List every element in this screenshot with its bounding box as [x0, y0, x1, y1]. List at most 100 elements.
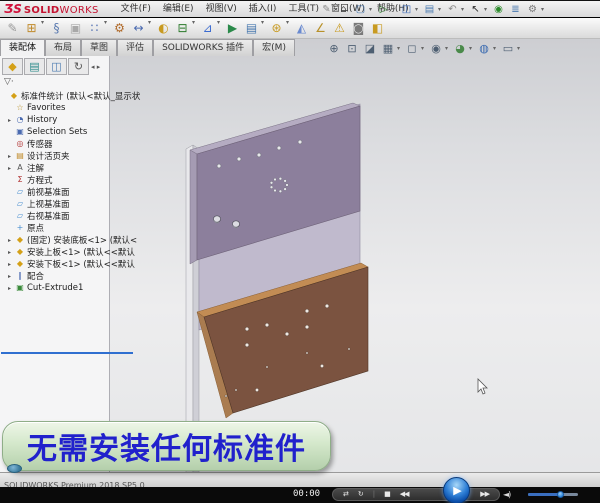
rollback-bar[interactable]	[1, 352, 133, 354]
reference-geometry-icon[interactable]: ⊿	[198, 19, 217, 37]
play-button[interactable]: ▶	[443, 477, 470, 503]
take-snapshot-icon[interactable]: ◙	[349, 19, 368, 37]
stop-button[interactable]: ■	[384, 491, 390, 498]
tab-草图[interactable]: 草图	[81, 39, 117, 56]
featuremanager-tab[interactable]: ◆	[2, 58, 23, 75]
display-style-icon[interactable]: ◻	[403, 41, 421, 56]
volume-thumb[interactable]	[557, 491, 564, 498]
expand-arrow-icon[interactable]: ▸	[8, 273, 15, 280]
rewind-button[interactable]: ◀◀	[400, 491, 409, 498]
options-list-icon[interactable]: ≣	[507, 2, 524, 17]
propertymanager-tab[interactable]: ▤	[24, 58, 45, 75]
tree-item[interactable]: Σ方程式	[0, 174, 109, 186]
displaymanager-tab[interactable]: ↻	[68, 58, 89, 75]
move-component-icon[interactable]: ↔	[129, 19, 148, 37]
hide-show-items-icon[interactable]: ◉	[427, 41, 445, 56]
design-binder-icon: ▤	[15, 152, 25, 160]
tree-item[interactable]: ▸◆(固定) 安装底板<1> (默认<	[0, 234, 109, 246]
open-document-icon[interactable]: ▷	[375, 2, 392, 17]
view-settings-icon[interactable]: ▭	[499, 41, 517, 56]
tree-item[interactable]: ▸◆安装下板<1> (默认<<默认	[0, 258, 109, 270]
volume-slider[interactable]	[528, 493, 578, 496]
equations-icon: Σ	[15, 176, 25, 184]
tab-布局[interactable]: 布局	[45, 39, 81, 56]
tree-filter[interactable]: ▽·	[0, 76, 109, 88]
menu-item[interactable]: 视图(V)	[200, 1, 243, 17]
logo-text: SOLID	[24, 5, 60, 16]
show-hidden-components-icon[interactable]: ◐	[154, 19, 173, 37]
instant3d-icon[interactable]: ◭	[292, 19, 311, 37]
tab-装配体[interactable]: 装配体	[0, 39, 45, 56]
save-icon[interactable]: ◫	[398, 2, 415, 17]
tree-item[interactable]: ◎传感器	[0, 138, 109, 150]
rebuild-traffic-light-icon[interactable]: ◉	[490, 2, 507, 17]
graphics-viewport[interactable]	[110, 39, 600, 472]
view-orientation-icon[interactable]: ▦	[379, 41, 397, 56]
shuffle-button[interactable]: ⇄	[343, 491, 348, 498]
configurationmanager-tab[interactable]: ◫	[46, 58, 67, 75]
exploded-view-icon[interactable]: ⊛	[267, 19, 286, 37]
apply-scene-icon[interactable]: ◍	[475, 41, 493, 56]
new-document-icon[interactable]: ▢	[352, 2, 369, 17]
edit-component-icon[interactable]: ✎	[3, 19, 22, 37]
plane-icon: ▱	[15, 188, 25, 196]
menu-item[interactable]: 文件(F)	[115, 1, 157, 17]
dropdown-arrow-icon[interactable]: ▾	[517, 45, 523, 52]
zoom-to-fit-icon[interactable]: ⊕	[325, 41, 343, 56]
edit-appearance-icon[interactable]: ◕	[451, 41, 469, 56]
volume-icon[interactable]: ◄)	[503, 490, 510, 499]
tab-SOLIDWORKS 插件[interactable]: SOLIDWORKS 插件	[153, 39, 253, 56]
tree-item-label: Favorites	[27, 103, 65, 113]
expand-arrow-icon[interactable]: ▸	[8, 285, 15, 292]
tree-item[interactable]: ▱前视基准面	[0, 186, 109, 198]
tree-item[interactable]: ▣Selection Sets	[0, 126, 109, 138]
measure-icon[interactable]: ∠	[311, 19, 330, 37]
solidworks-window: ƷS SOLID WORKS 文件(F)编辑(E)视图(V)插入(I)工具(T)…	[0, 0, 600, 503]
video-progress-dot[interactable]	[7, 464, 22, 473]
dropdown-arrow-icon[interactable]: ▾	[541, 6, 547, 13]
tree-item[interactable]: ▸◔History	[0, 114, 109, 126]
section-view-icon[interactable]: ◪	[361, 41, 379, 56]
new-motion-study-icon[interactable]: ▶	[223, 19, 242, 37]
expand-arrow-icon[interactable]: ▸	[8, 237, 15, 244]
tree-item[interactable]: +原点	[0, 222, 109, 234]
bill-of-materials-icon[interactable]: ▤	[242, 19, 261, 37]
undo-icon[interactable]: ↶	[444, 2, 461, 17]
home-icon[interactable]: ⌂	[335, 2, 352, 17]
settings-gear-icon[interactable]: ⚙	[524, 2, 541, 17]
tree-item[interactable]: ◆标准件统计 (默认<默认_显示状	[0, 90, 109, 102]
smart-fasteners-icon[interactable]: ⚙	[110, 19, 129, 37]
insert-components-icon[interactable]: ⊞	[22, 19, 41, 37]
tree-item[interactable]: ▸A注解	[0, 162, 109, 174]
select-cursor-icon[interactable]: ↖	[467, 2, 484, 17]
tab-评估[interactable]: 评估	[117, 39, 153, 56]
expand-arrow-icon[interactable]: ▸	[8, 153, 15, 160]
print-icon[interactable]: ▤	[421, 2, 438, 17]
forward-button[interactable]: ▶▶	[480, 491, 489, 498]
menu-item[interactable]: 编辑(E)	[157, 1, 200, 17]
pin-icon[interactable]: ✎	[318, 2, 335, 17]
menu-item[interactable]: 插入(I)	[243, 1, 283, 17]
assembly-features-icon[interactable]: ⊟	[173, 19, 192, 37]
tree-item[interactable]: ▸◆安装上板<1> (默认<<默认	[0, 246, 109, 258]
assembly-visualization-icon[interactable]: ◧	[368, 19, 387, 37]
mate-icon[interactable]: §	[47, 19, 66, 37]
expand-arrow-icon[interactable]: ▸	[8, 117, 15, 124]
repeat-button[interactable]: ↻	[358, 491, 363, 498]
command-toolbar: ✎⊞▾§▣∷▾⚙↔▾◐⊟▾⊿▾▶▤▾⊛▾◭∠⚠◙◧	[0, 18, 600, 39]
tree-item[interactable]: ☆Favorites	[0, 102, 109, 114]
panel-tab-scroll-arrows[interactable]: ◂ ▸	[91, 63, 100, 71]
interference-detection-icon[interactable]: ⚠	[330, 19, 349, 37]
expand-arrow-icon[interactable]: ▸	[8, 249, 15, 256]
preview-window-icon[interactable]: ▣	[66, 19, 85, 37]
tree-item[interactable]: ▸▤设计活页夹	[0, 150, 109, 162]
tree-item[interactable]: ▸∥配合	[0, 270, 109, 282]
tree-item[interactable]: ▸▣Cut-Extrude1	[0, 282, 109, 294]
expand-arrow-icon[interactable]: ▸	[8, 165, 15, 172]
tree-item[interactable]: ▱右视基准面	[0, 210, 109, 222]
zoom-to-area-icon[interactable]: ⊡	[343, 41, 361, 56]
tree-item[interactable]: ▱上视基准面	[0, 198, 109, 210]
component-pattern-icon[interactable]: ∷	[85, 19, 104, 37]
expand-arrow-icon[interactable]: ▸	[8, 261, 15, 268]
tab-宏(M)[interactable]: 宏(M)	[253, 39, 295, 56]
